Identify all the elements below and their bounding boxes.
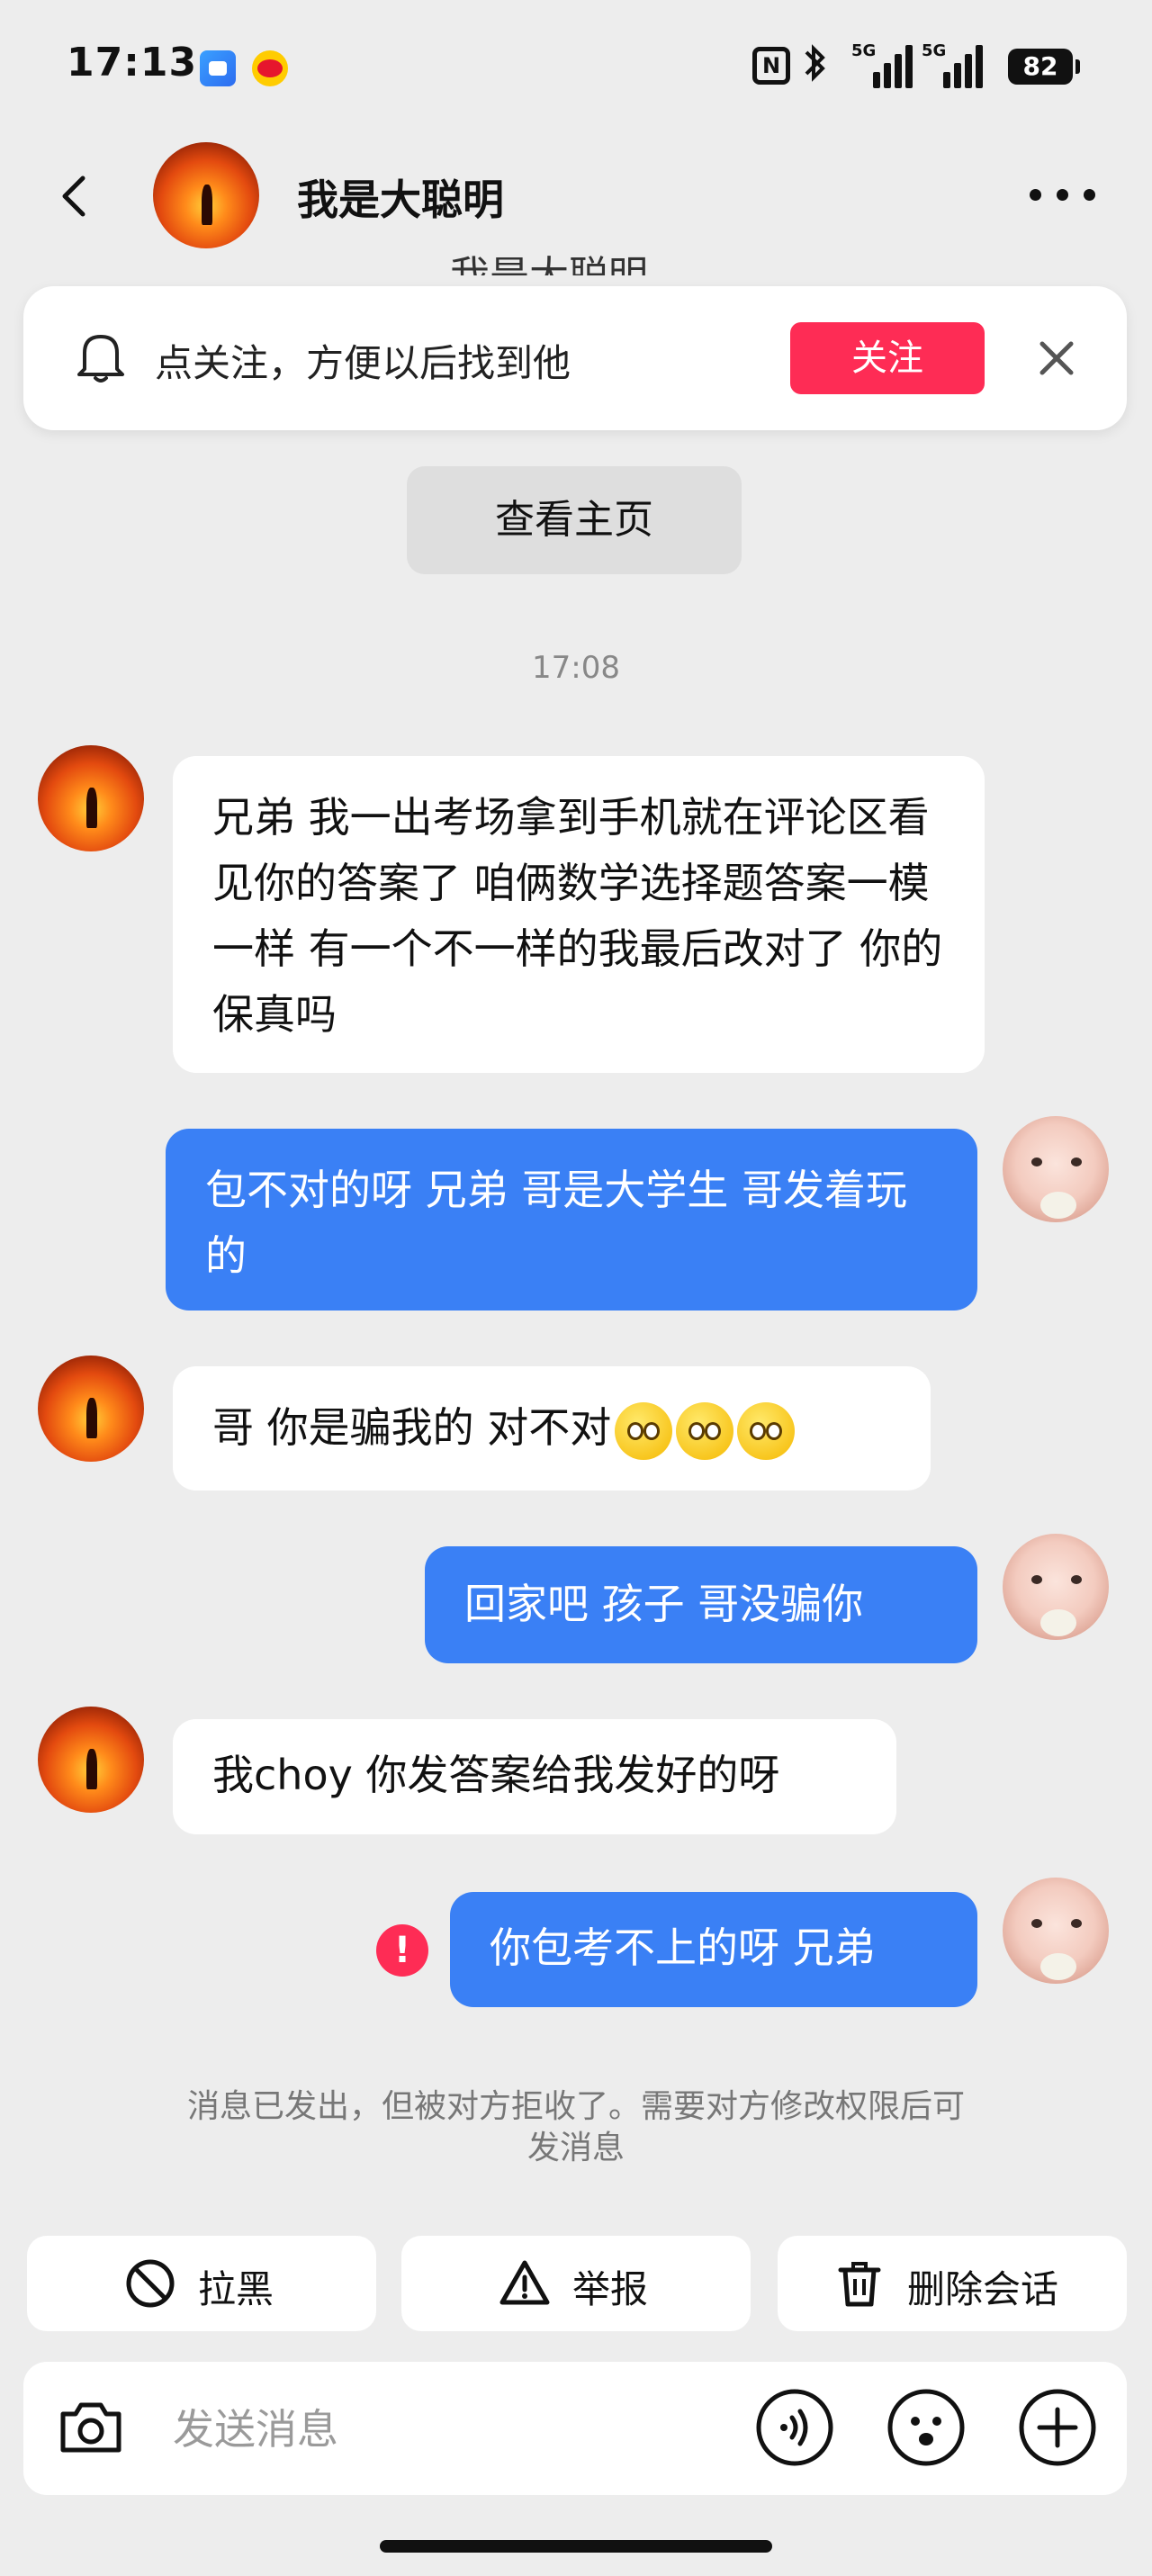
message-text: 回家吧 孩子 哥没骗你 bbox=[464, 1580, 864, 1628]
block-button[interactable]: 拉黑 bbox=[27, 2236, 376, 2331]
network-type-label: 5G bbox=[851, 41, 877, 60]
incoming-message-bubble[interactable]: 兄弟 我一出考场拿到手机就在评论区看见你的答案了 咱俩数学选择题答案一模一样 有… bbox=[173, 756, 985, 1073]
home-indicator[interactable] bbox=[380, 2540, 772, 2553]
outgoing-message-bubble[interactable]: 包不对的呀 兄弟 哥是大学生 哥发着玩的 bbox=[166, 1129, 977, 1311]
block-icon bbox=[124, 2257, 176, 2310]
more-options-icon[interactable] bbox=[1030, 187, 1098, 202]
bluetooth-icon bbox=[803, 41, 828, 95]
add-icon[interactable] bbox=[1017, 2387, 1098, 2468]
message-rejected-notice: 消息已发出，但被对方拒收了。需要对方修改权限后可发消息 bbox=[186, 2088, 965, 2166]
my-avatar[interactable] bbox=[1003, 1116, 1109, 1222]
contact-avatar[interactable] bbox=[153, 142, 259, 248]
voice-message-icon[interactable] bbox=[754, 2387, 835, 2468]
signal-icon-sim1: 5G bbox=[851, 41, 913, 88]
report-button[interactable]: 举报 bbox=[401, 2236, 751, 2331]
smile-emoji-icon bbox=[615, 1401, 673, 1460]
weibo-notification-icon bbox=[252, 50, 288, 86]
bell-icon bbox=[76, 329, 126, 385]
status-time: 17:13 bbox=[67, 40, 198, 86]
outgoing-message-bubble[interactable]: 你包考不上的呀 兄弟 bbox=[450, 1892, 977, 2007]
app-notification-icon bbox=[200, 50, 236, 86]
contact-avatar[interactable] bbox=[38, 1707, 144, 1813]
my-avatar[interactable] bbox=[1003, 1534, 1109, 1640]
close-icon[interactable] bbox=[1031, 333, 1082, 383]
dizzy-emoji-icon bbox=[676, 1401, 734, 1460]
battery-indicator: 82 bbox=[1008, 49, 1080, 85]
delete-conversation-button[interactable]: 删除会话 bbox=[778, 2236, 1127, 2331]
message-text: 你包考不上的呀 兄弟 bbox=[490, 1923, 876, 1972]
emoji-icon[interactable] bbox=[886, 2387, 967, 2468]
smile-emoji-icon bbox=[737, 1401, 796, 1460]
scrolled-profile-name: 我是大聪明 bbox=[450, 243, 720, 275]
view-profile-button[interactable]: 查看主页 bbox=[407, 466, 742, 574]
follow-banner: 点关注，方便以后找到他 关注 bbox=[23, 286, 1127, 430]
network-type-label: 5G bbox=[922, 41, 947, 60]
warning-icon bbox=[499, 2257, 551, 2310]
chat-header: 我是大聪明 bbox=[0, 135, 1152, 261]
message-text: 哥 你是骗我的 对不对 bbox=[212, 1403, 612, 1452]
incoming-message-bubble[interactable]: 我choy 你发答案给我发好的呀 bbox=[173, 1719, 896, 1834]
message-text: 兄弟 我一出考场拿到手机就在评论区看见你的答案了 咱俩数学选择题答案一模一样 有… bbox=[212, 793, 943, 1039]
status-bar: 17:13 N 5G 5G 82 bbox=[0, 0, 1152, 135]
outgoing-message-bubble[interactable]: 回家吧 孩子 哥没骗你 bbox=[425, 1546, 977, 1663]
nfc-icon: N bbox=[752, 47, 790, 85]
follow-button[interactable]: 关注 bbox=[790, 322, 985, 394]
message-text: 包不对的呀 兄弟 哥是大学生 哥发着玩的 bbox=[205, 1166, 907, 1280]
contact-avatar[interactable] bbox=[38, 745, 144, 851]
my-avatar[interactable] bbox=[1003, 1878, 1109, 1984]
signal-icon-sim2: 5G bbox=[922, 41, 983, 88]
send-failed-icon[interactable]: ! bbox=[376, 1924, 428, 1977]
contact-avatar[interactable] bbox=[38, 1356, 144, 1462]
trash-icon bbox=[833, 2257, 886, 2310]
block-label: 拉黑 bbox=[198, 2267, 274, 2311]
message-timestamp: 17:08 bbox=[532, 650, 620, 686]
back-arrow-icon[interactable] bbox=[50, 171, 101, 221]
report-label: 举报 bbox=[572, 2267, 649, 2311]
delete-label: 删除会话 bbox=[907, 2267, 1059, 2311]
incoming-message-bubble[interactable]: 哥 你是骗我的 对不对 bbox=[173, 1366, 931, 1491]
message-input-bar bbox=[23, 2362, 1127, 2495]
follow-prompt-text: 点关注，方便以后找到他 bbox=[155, 341, 572, 385]
camera-icon[interactable] bbox=[50, 2387, 131, 2468]
message-text: 我choy 你发答案给我发好的呀 bbox=[212, 1751, 780, 1799]
contact-name[interactable]: 我是大聪明 bbox=[297, 167, 504, 227]
message-input[interactable] bbox=[171, 2394, 751, 2464]
